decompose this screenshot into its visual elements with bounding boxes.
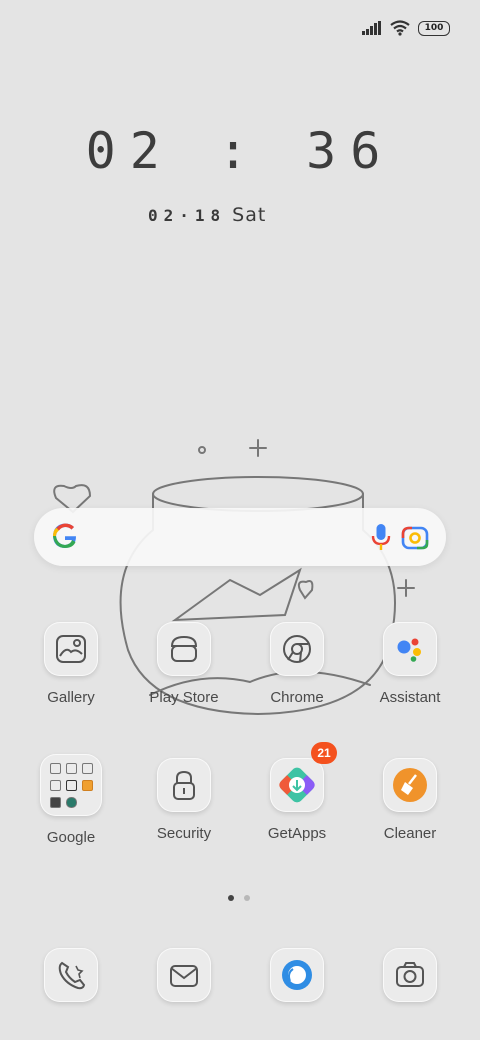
page-dot-2[interactable] (244, 895, 250, 901)
dock-messages[interactable] (128, 948, 240, 1002)
date-value: 02·18 (148, 206, 227, 225)
app-gallery[interactable]: Gallery (15, 622, 127, 706)
battery-level: 100 (424, 23, 444, 33)
page-dot-1[interactable] (228, 895, 234, 901)
browser-icon (270, 948, 324, 1002)
signal-icon (362, 21, 381, 35)
getapps-icon: 21 (270, 742, 337, 812)
chrome-icon (270, 622, 324, 676)
app-folder-google[interactable]: Google (15, 754, 127, 846)
weekday: Sat (232, 204, 267, 226)
gallery-icon (44, 622, 98, 676)
assistant-icon (383, 622, 437, 676)
app-cleaner[interactable]: Cleaner (354, 758, 466, 842)
dock-camera[interactable] (354, 948, 466, 1002)
microphone-icon[interactable] (370, 522, 392, 552)
google-logo-icon (53, 523, 76, 548)
notification-badge: 21 (311, 742, 337, 764)
play-store-icon (157, 622, 211, 676)
google-folder-icon (40, 754, 102, 816)
camera-lens-icon[interactable] (400, 522, 430, 552)
clock-date[interactable]: 02·18 Sat (148, 204, 266, 226)
google-search-bar[interactable] (34, 508, 446, 566)
cleaner-broom-icon (383, 758, 437, 812)
app-label: Security (156, 825, 212, 842)
security-lock-icon (157, 758, 211, 812)
app-label: Gallery (47, 689, 95, 706)
page-indicator[interactable] (228, 895, 250, 901)
phone-icon (44, 948, 98, 1002)
battery-icon: 100 (418, 20, 450, 36)
status-bar: 100 (362, 18, 450, 38)
app-label: Chrome (270, 689, 324, 706)
app-label: GetApps (267, 825, 327, 842)
dock-phone[interactable] (15, 948, 127, 1002)
dock-browser[interactable] (241, 948, 353, 1002)
app-assistant[interactable]: Assistant (354, 622, 466, 706)
clock-time[interactable]: 02 : 36 (0, 122, 480, 180)
app-security[interactable]: Security (128, 758, 240, 842)
app-label: Google (46, 829, 96, 846)
app-label: Assistant (379, 689, 441, 706)
app-getapps[interactable]: 21 GetApps (241, 742, 353, 842)
app-label: Play Store (149, 689, 219, 706)
wifi-icon (390, 20, 410, 36)
app-play-store[interactable]: Play Store (128, 622, 240, 706)
app-label: Cleaner (383, 825, 437, 842)
camera-icon (383, 948, 437, 1002)
messages-icon (157, 948, 211, 1002)
app-chrome[interactable]: Chrome (241, 622, 353, 706)
